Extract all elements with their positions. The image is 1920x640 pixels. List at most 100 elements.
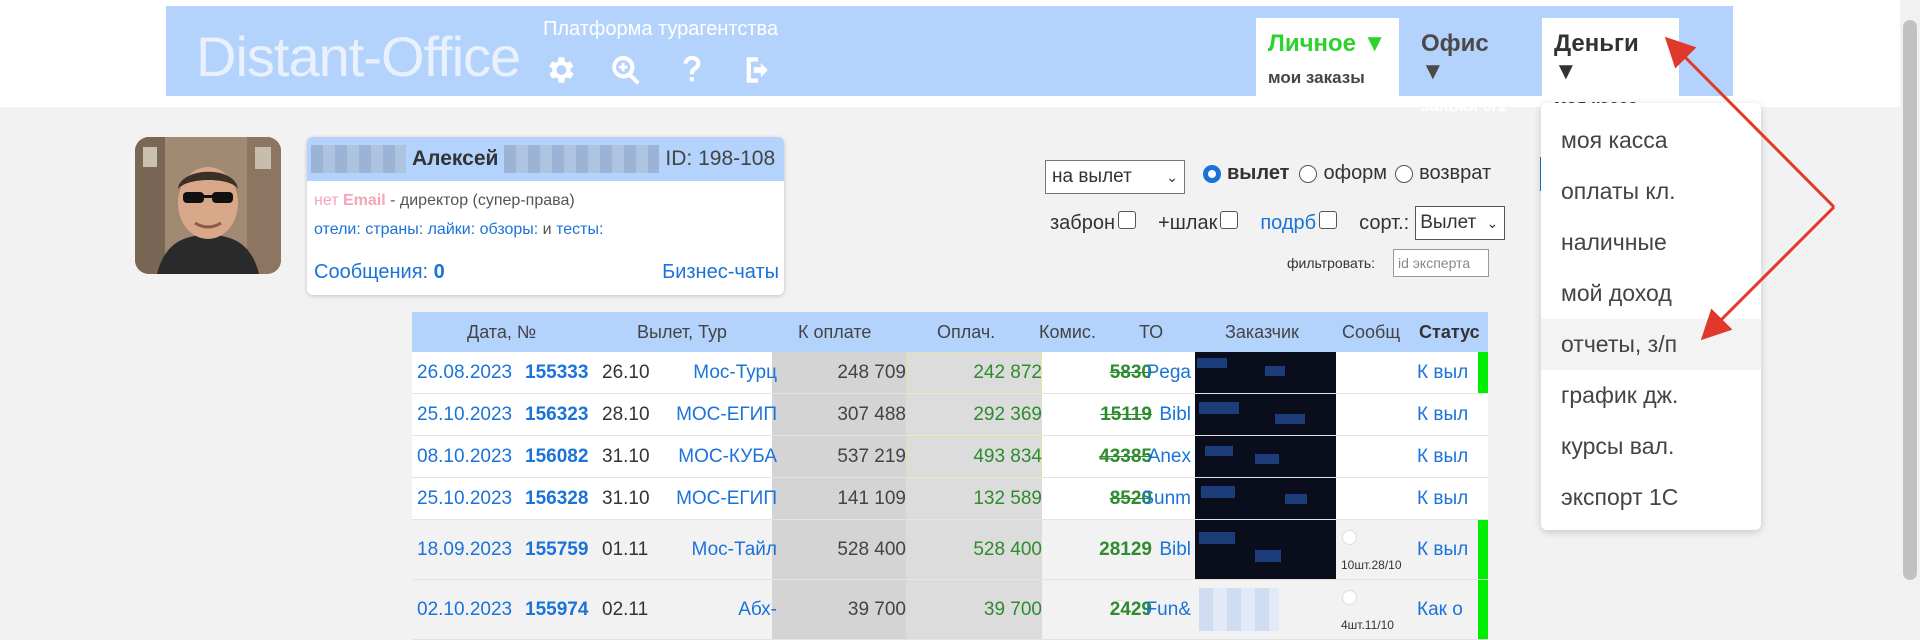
col-paid[interactable]: Оплач. — [937, 322, 995, 343]
menu-item-my-income[interactable]: мой доход — [1541, 268, 1761, 319]
help-icon[interactable] — [674, 52, 710, 88]
tab-office-sub[interactable]: заявки 0/1 — [1421, 96, 1517, 116]
order-number[interactable]: 156082 — [525, 446, 588, 468]
menu-item-reports-salary[interactable]: отчеты, з/п — [1541, 319, 1761, 370]
gear-icon[interactable] — [542, 52, 578, 88]
menu-item-cash[interactable]: наличные — [1541, 217, 1761, 268]
zoom-in-icon[interactable] — [608, 52, 644, 88]
order-date[interactable]: 08.10.2023 — [417, 446, 512, 468]
tour-operator[interactable]: Anex — [1148, 446, 1191, 468]
redacted-patronymic — [504, 145, 660, 173]
col-status[interactable]: Статус — [1419, 322, 1480, 343]
message-count[interactable]: 10шт.28/10 — [1341, 558, 1402, 572]
email-link[interactable]: Email — [343, 192, 386, 209]
business-chats-link[interactable]: Бизнес-чаты — [662, 261, 779, 284]
link-tests[interactable]: тесты: — [556, 221, 603, 238]
scrollbar[interactable] — [1900, 0, 1920, 640]
menu-item-schedule[interactable]: график дж. — [1541, 370, 1761, 421]
brand-logo[interactable]: Distant-Office — [196, 24, 521, 89]
order-date[interactable]: 02.10.2023 — [417, 599, 512, 621]
message-count[interactable]: 4шт.11/10 — [1341, 618, 1394, 632]
col-operator[interactable]: ТО — [1139, 322, 1163, 343]
messages-link[interactable]: Сообщения: 0 — [314, 261, 445, 284]
tour-name[interactable]: МОС-ЕГИП — [676, 488, 777, 510]
logout-icon[interactable] — [740, 52, 776, 88]
tab-office[interactable]: Офис ▼ заявки 0/1 — [1409, 18, 1529, 115]
table-row[interactable]: 08.10.2023 156082 31.10 МОС-КУБА 537 219… — [412, 436, 1488, 478]
order-status[interactable]: К выл — [1417, 404, 1468, 426]
order-number[interactable]: 155759 — [525, 539, 588, 561]
message-dot-icon[interactable] — [1342, 590, 1357, 605]
radio-flight[interactable] — [1203, 164, 1221, 183]
chevron-down-icon: ▼ — [1362, 30, 1387, 57]
message-dot-icon[interactable] — [1342, 530, 1357, 545]
table-row[interactable]: 26.08.2023 155333 26.10 Мос-Турц 248 709… — [412, 352, 1488, 394]
tour-operator[interactable]: Fun& — [1146, 599, 1191, 621]
order-status[interactable]: К выл — [1417, 539, 1468, 561]
avatar[interactable] — [135, 137, 281, 274]
col-customer[interactable]: Заказчик — [1225, 322, 1299, 343]
sort-select[interactable]: Вылет ⌄ — [1415, 206, 1506, 240]
link-hotels[interactable]: отели: — [314, 221, 361, 238]
menu-item-my-cash[interactable]: моя касса — [1541, 115, 1761, 166]
order-number[interactable]: 156328 — [525, 488, 588, 510]
tour-operator[interactable]: Pega — [1147, 362, 1191, 384]
tour-name[interactable]: Мос-Турц — [693, 362, 777, 384]
table-row[interactable]: 18.09.2023 155759 01.11 Мос-Тайл 528 400… — [412, 520, 1488, 580]
table-row[interactable]: 25.10.2023 156328 31.10 МОС-ЕГИП 141 109… — [412, 478, 1488, 520]
col-flight-tour[interactable]: Вылет, Тур — [637, 322, 727, 343]
radio-return[interactable] — [1395, 164, 1414, 183]
link-countries[interactable]: страны: — [365, 221, 423, 238]
tour-name[interactable]: МОС-КУБА — [678, 446, 777, 468]
reserved-checkbox[interactable] — [1118, 211, 1137, 229]
flight-filter-select[interactable]: на вылет ⌄ — [1045, 160, 1185, 194]
table-row[interactable]: 25.10.2023 156323 28.10 МОС-ЕГИП 307 488… — [412, 394, 1488, 436]
col-date[interactable]: Дата, № — [467, 322, 536, 343]
chevron-down-icon: ▼ — [1554, 58, 1578, 85]
expert-id-input[interactable]: id эксперта — [1393, 249, 1489, 277]
tour-name[interactable]: МОС-ЕГИП — [676, 404, 777, 426]
order-status[interactable]: Как о — [1417, 599, 1463, 621]
radio-issue[interactable] — [1299, 164, 1318, 183]
order-date[interactable]: 25.10.2023 — [417, 404, 512, 426]
scrollbar-thumb[interactable] — [1903, 20, 1917, 580]
amount-paid: 292 369 — [973, 404, 1042, 425]
order-status[interactable]: К выл — [1417, 362, 1468, 384]
tour-name[interactable]: Мос-Тайл — [692, 539, 777, 561]
profile-links: отели: страны: лайки: обзоры: и тесты: — [314, 221, 603, 239]
tour-operator[interactable]: Bibl — [1159, 404, 1191, 426]
order-date[interactable]: 18.09.2023 — [417, 539, 512, 561]
order-status[interactable]: К выл — [1417, 488, 1468, 510]
col-messages[interactable]: Сообщ — [1342, 322, 1400, 343]
tab-office-title: Офис — [1421, 30, 1489, 57]
order-date[interactable]: 25.10.2023 — [417, 488, 512, 510]
menu-item-exchange-rates[interactable]: курсы вал. — [1541, 421, 1761, 472]
order-number[interactable]: 156323 — [525, 404, 588, 426]
tour-operator[interactable]: Bibl — [1159, 539, 1191, 561]
sort-label: сорт.: — [1359, 211, 1410, 234]
order-number[interactable]: 155974 — [525, 599, 588, 621]
tab-personal[interactable]: Личное ▼ мои заказы — [1256, 18, 1399, 96]
col-commission[interactable]: Комис. — [1039, 322, 1096, 343]
tour-name[interactable]: Абх- — [738, 599, 777, 621]
menu-item-client-payments[interactable]: оплаты кл. — [1541, 166, 1761, 217]
table-row[interactable]: 02.10.2023 155974 02.11 Абх- 39 700 39 7… — [412, 580, 1488, 640]
reserved-label: заброн — [1050, 211, 1116, 234]
tab-personal-sub[interactable]: мои заказы — [1268, 68, 1387, 88]
menu-item-export-1c[interactable]: экспорт 1С — [1541, 472, 1761, 523]
details-checkbox[interactable] — [1319, 211, 1338, 229]
col-to-pay[interactable]: К оплате — [798, 322, 871, 343]
link-likes[interactable]: лайки: — [428, 221, 476, 238]
amount-to-pay: 307 488 — [837, 404, 906, 425]
radio-return-label: возврат — [1419, 162, 1492, 184]
amount-to-pay: 528 400 — [837, 539, 906, 560]
departure-date: 26.10 — [602, 362, 650, 383]
link-reviews[interactable]: обзоры: — [480, 221, 539, 238]
tab-money[interactable]: Деньги ▼ моя касса — [1542, 18, 1679, 115]
order-date[interactable]: 26.08.2023 — [417, 362, 512, 384]
shlak-checkbox[interactable] — [1220, 211, 1239, 229]
order-status[interactable]: К выл — [1417, 446, 1468, 468]
tour-operator[interactable]: Sunm — [1141, 488, 1191, 510]
order-number[interactable]: 155333 — [525, 362, 588, 384]
details-link[interactable]: подрб — [1260, 212, 1316, 235]
